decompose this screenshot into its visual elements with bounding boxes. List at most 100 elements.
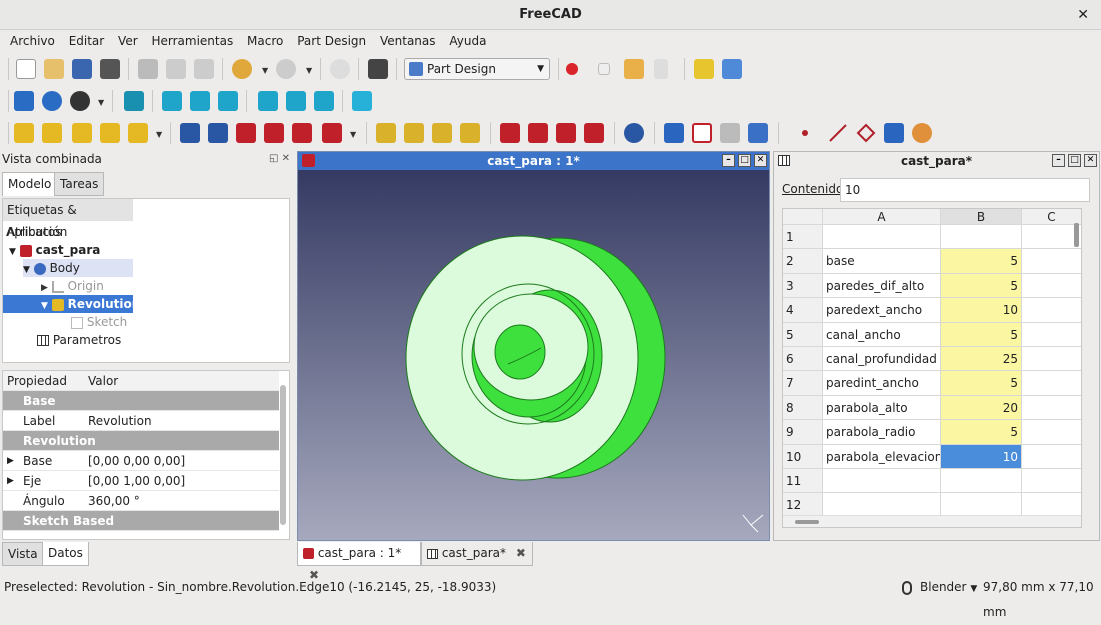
tab-datos[interactable]: Datos bbox=[42, 542, 89, 566]
row-header[interactable]: 8 bbox=[783, 395, 823, 420]
subtractive-dropdown-icon[interactable]: ▼ bbox=[350, 131, 358, 139]
cell-b[interactable]: 25 bbox=[941, 347, 1022, 371]
revolution-icon[interactable] bbox=[42, 123, 62, 143]
menu-ventanas[interactable]: Ventanas bbox=[375, 30, 441, 52]
execute-macro-icon[interactable] bbox=[654, 59, 668, 79]
cell-c[interactable] bbox=[1022, 445, 1081, 468]
property-row-angulo[interactable]: Ángulo 360,00 ° bbox=[3, 491, 279, 511]
minimize-button[interactable]: – bbox=[722, 154, 735, 167]
menu-herramientas[interactable]: Herramientas bbox=[146, 30, 238, 52]
undo-icon[interactable] bbox=[232, 59, 252, 79]
local-coordinate-system-icon[interactable] bbox=[884, 123, 904, 143]
additive-loft-icon[interactable] bbox=[72, 123, 92, 143]
close-tab-icon[interactable]: ✖ bbox=[516, 546, 526, 560]
additive-pipe-icon[interactable] bbox=[100, 123, 120, 143]
cell-b[interactable]: 5 bbox=[941, 273, 1022, 298]
cell-c[interactable] bbox=[1022, 347, 1081, 370]
property-group-base[interactable]: Base bbox=[3, 391, 279, 411]
cell-c[interactable] bbox=[1022, 298, 1081, 321]
subtractive-pipe-icon[interactable] bbox=[292, 123, 312, 143]
cell-a[interactable]: canal_ancho bbox=[823, 322, 941, 346]
stop-macro-icon[interactable] bbox=[598, 63, 610, 75]
redo-dropdown-icon[interactable]: ▼ bbox=[306, 67, 314, 75]
row-header[interactable]: 6 bbox=[783, 347, 823, 371]
cell-c[interactable] bbox=[1022, 493, 1081, 516]
close-window-button[interactable]: ✕ bbox=[1077, 0, 1089, 30]
spreadsheet-grid[interactable]: A B C 1 2 base 5 3 paredes_dif_alto 5 4 paredext… bbox=[782, 208, 1082, 528]
tree-item-revolution[interactable]: ▼ Revolution bbox=[3, 295, 140, 313]
content-input[interactable]: 10 bbox=[840, 178, 1090, 202]
menu-part-design[interactable]: Part Design bbox=[292, 30, 371, 52]
create-sketch-icon[interactable] bbox=[692, 123, 712, 143]
record-macro-icon[interactable] bbox=[566, 63, 578, 75]
minimize-button[interactable]: – bbox=[1052, 154, 1065, 167]
open-document-icon[interactable] bbox=[44, 59, 64, 79]
view-isometric-icon[interactable] bbox=[124, 91, 144, 111]
cell-b[interactable] bbox=[941, 225, 1022, 249]
column-header-c[interactable]: C bbox=[1022, 209, 1081, 224]
view-bottom-icon[interactable] bbox=[286, 91, 306, 111]
cut-icon[interactable] bbox=[138, 59, 158, 79]
clone-icon[interactable] bbox=[720, 123, 740, 143]
cell-c[interactable] bbox=[1022, 469, 1081, 492]
property-row-eje[interactable]: ▶ Eje [0,00 1,00 0,00] bbox=[3, 471, 279, 491]
cell-a[interactable]: base bbox=[823, 249, 941, 273]
cell-a[interactable]: paredes_dif_alto bbox=[823, 273, 941, 298]
additive-dropdown-icon[interactable]: ▼ bbox=[156, 131, 164, 139]
mirrored-icon[interactable] bbox=[376, 123, 396, 143]
tree-item-origin[interactable]: ▶ Origin bbox=[41, 277, 104, 295]
fit-all-icon[interactable] bbox=[14, 91, 34, 111]
cell-c[interactable] bbox=[1022, 274, 1081, 297]
additive-primitive-icon[interactable] bbox=[128, 123, 148, 143]
shape-binder-icon[interactable] bbox=[748, 123, 768, 143]
view-right-icon[interactable] bbox=[218, 91, 238, 111]
row-header[interactable]: 5 bbox=[783, 322, 823, 346]
print-icon[interactable] bbox=[100, 59, 120, 79]
cell-a[interactable] bbox=[823, 469, 941, 493]
folder-icon[interactable] bbox=[722, 59, 742, 79]
tab-tareas[interactable]: Tareas bbox=[54, 172, 105, 196]
cell-a[interactable]: parabola_elevacion bbox=[823, 444, 941, 468]
measure-icon[interactable] bbox=[352, 91, 372, 111]
tab-modelo[interactable]: Modelo bbox=[2, 172, 58, 196]
cell-b[interactable]: 10 bbox=[941, 298, 1022, 322]
row-header[interactable]: 3 bbox=[783, 273, 823, 298]
tree-item-sketch[interactable]: Sketch bbox=[71, 313, 127, 331]
cell-c[interactable] bbox=[1022, 323, 1081, 346]
menu-archivo[interactable]: Archivo bbox=[5, 30, 60, 52]
cell-b[interactable]: 5 bbox=[941, 249, 1022, 273]
cell-b[interactable] bbox=[941, 493, 1022, 517]
cell-a[interactable] bbox=[823, 225, 941, 249]
subtractive-loft-icon[interactable] bbox=[264, 123, 284, 143]
property-row-label[interactable]: Label Revolution bbox=[3, 411, 279, 431]
row-header[interactable]: 10 bbox=[783, 444, 823, 468]
menu-ayuda[interactable]: Ayuda bbox=[444, 30, 491, 52]
cell-b[interactable]: 20 bbox=[941, 395, 1022, 420]
expand-icon[interactable]: ▶ bbox=[7, 471, 14, 491]
tree-item-body[interactable]: ▼ Body bbox=[23, 259, 133, 277]
hole-icon[interactable] bbox=[208, 123, 228, 143]
model-canvas[interactable] bbox=[298, 170, 769, 540]
cell-b[interactable] bbox=[941, 469, 1022, 493]
cell-a[interactable]: paredext_ancho bbox=[823, 298, 941, 322]
navigation-style-selector[interactable]: Blender ▼ bbox=[920, 575, 977, 602]
3d-viewport[interactable]: cast_para : 1* – □ ✕ bbox=[297, 151, 770, 541]
view-front-icon[interactable] bbox=[162, 91, 182, 111]
fit-selection-icon[interactable] bbox=[42, 91, 62, 111]
property-group-sketch-based[interactable]: Sketch Based bbox=[3, 511, 279, 531]
create-body-icon[interactable] bbox=[664, 123, 684, 143]
tab-vista[interactable]: Vista bbox=[2, 542, 44, 566]
tab-doc-3d[interactable]: cast_para : 1* ✖ bbox=[297, 542, 421, 582]
pocket-icon[interactable] bbox=[180, 123, 200, 143]
multi-transform-icon[interactable] bbox=[460, 123, 480, 143]
polar-pattern-icon[interactable] bbox=[432, 123, 452, 143]
new-document-icon[interactable] bbox=[16, 59, 36, 79]
vertical-scrollbar-thumb[interactable] bbox=[1074, 223, 1079, 247]
tree-item-parametros[interactable]: Parametros bbox=[37, 331, 121, 349]
close-button[interactable]: ✕ bbox=[1084, 154, 1097, 167]
cell-b[interactable]: 5 bbox=[941, 322, 1022, 346]
thickness-icon[interactable] bbox=[584, 123, 604, 143]
workbench-selector[interactable]: Part Design ▼ bbox=[404, 58, 550, 80]
save-icon[interactable] bbox=[72, 59, 92, 79]
addon-manager-icon[interactable] bbox=[694, 59, 714, 79]
